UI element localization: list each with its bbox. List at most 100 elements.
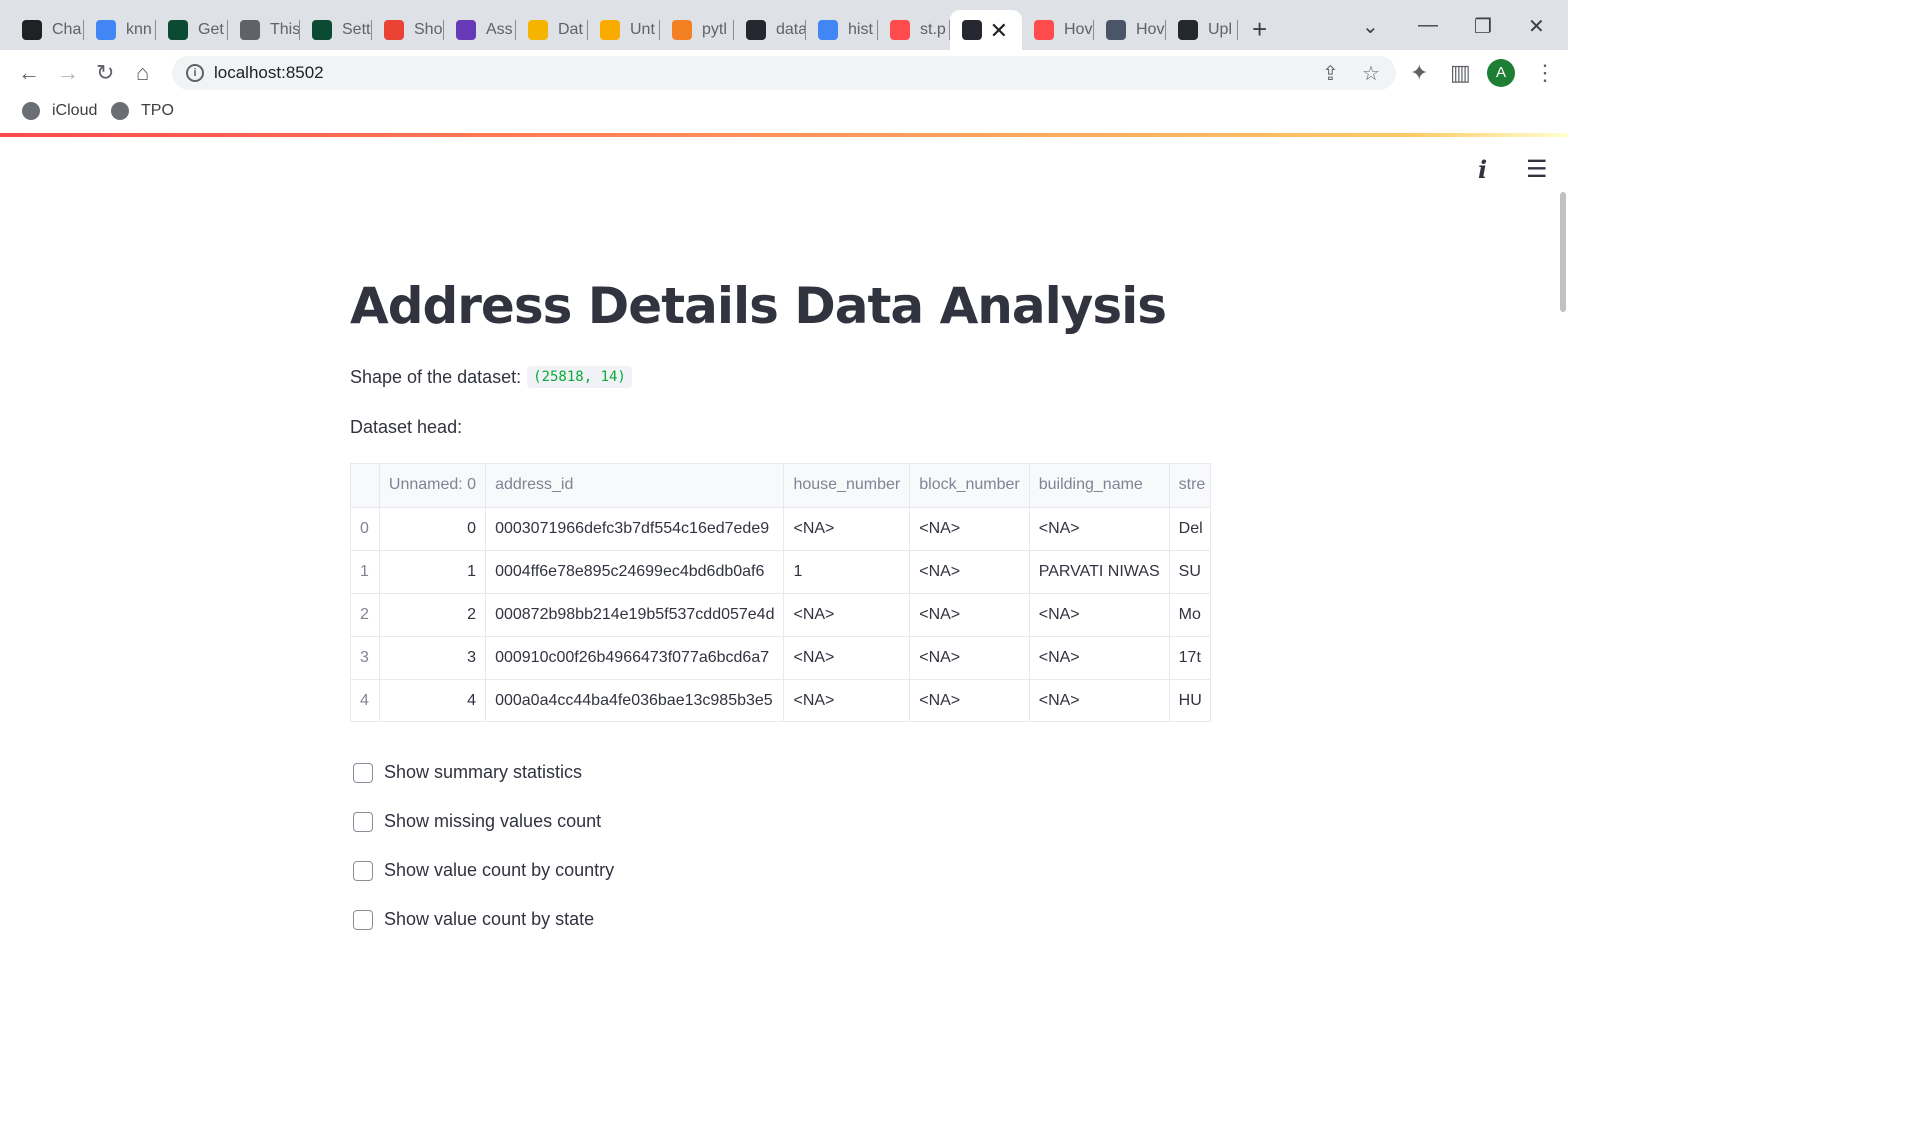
row-index-cell[interactable]: 0 [351,507,380,551]
new-tab-button[interactable]: + [1252,16,1267,42]
tab-search-icon[interactable]: ⌄ [1362,14,1379,39]
browser-tab[interactable]: ✕ [950,10,1022,50]
browser-tab[interactable]: pytl [660,10,734,50]
close-tab-icon[interactable]: ✕ [990,18,1008,44]
minimize-icon[interactable]: — [1418,14,1438,37]
table-cell[interactable]: 000872b98bb214e19b5f537cdd057e4d [485,593,785,637]
column-header[interactable] [351,464,380,508]
checkbox-input[interactable] [353,811,373,832]
table-cell[interactable]: PARVATI NIWAS [1029,550,1170,594]
table-cell[interactable]: 0003071966defc3b7df554c16ed7ede9 [485,507,785,551]
browser-tab[interactable]: Sett [300,10,372,50]
column-header[interactable]: house_number [783,464,911,508]
bookmark-tpo[interactable]: TPO [111,102,174,120]
checkbox-option[interactable]: Show summary statistics [350,748,614,797]
site-info-icon[interactable]: i [186,64,204,82]
restore-icon[interactable]: ❐ [1474,14,1492,39]
browser-tab[interactable]: Dat [516,10,588,50]
browser-tab[interactable]: Hov [1022,10,1094,50]
table-cell[interactable]: 3 [379,636,487,680]
table-cell[interactable]: <NA> [1029,593,1170,637]
table-cell[interactable]: 1 [379,550,487,594]
column-header[interactable]: block_number [909,464,1030,508]
row-index-cell[interactable]: 1 [351,550,380,594]
table-cell[interactable]: <NA> [1029,636,1170,680]
browser-tab[interactable]: data [734,10,806,50]
table-cell[interactable]: <NA> [909,550,1030,594]
scrollbar[interactable] [1558,137,1568,930]
browser-tab[interactable]: This [228,10,300,50]
browser-tab[interactable]: Get [156,10,228,50]
profile-avatar[interactable]: A [1487,59,1515,87]
reload-icon[interactable]: ↻ [96,60,114,86]
browser-tab[interactable]: st.p [878,10,950,50]
extensions-icon[interactable]: ✦ [1410,60,1428,86]
table-cell[interactable]: 17t [1169,636,1210,680]
table-row[interactable]: 3 3 000910c00f26b4966473f077a6bcd6a7 <NA> <N… [351,636,1210,680]
table-row[interactable]: 4 4 000a0a4cc44ba4fe036bae13c985b3e5 <NA> <N… [351,679,1210,721]
checkbox-input[interactable] [353,762,373,783]
table-cell[interactable]: 0004ff6e78e895c24699ec4bd6db0af6 [485,550,785,594]
column-header[interactable]: address_id [485,464,785,508]
info-icon[interactable]: i [1478,155,1487,184]
table-row[interactable]: 0 0 0003071966defc3b7df554c16ed7ede9 <NA> <N… [351,507,1210,551]
address-bar[interactable]: i localhost:8502 ⇪ ☆ [172,56,1396,90]
table-cell[interactable]: 2 [379,593,487,637]
home-icon[interactable]: ⌂ [136,60,149,86]
browser-tab[interactable]: Sho [372,10,444,50]
scrollbar-thumb[interactable] [1560,192,1566,312]
forward-icon[interactable]: → [57,60,79,86]
table-cell[interactable]: <NA> [909,679,1030,721]
bookmark-star-icon[interactable]: ☆ [1362,61,1380,86]
table-cell[interactable]: <NA> [783,507,911,551]
table-row[interactable]: 2 2 000872b98bb214e19b5f537cdd057e4d <NA> <N… [351,593,1210,637]
table-cell[interactable]: <NA> [1029,679,1170,721]
side-panel-icon[interactable]: ▥ [1450,60,1471,86]
column-header[interactable]: Unnamed: 0 [379,464,487,508]
checkbox-label[interactable]: Show value count by country [384,860,614,881]
checkbox-input[interactable] [353,909,373,930]
column-header[interactable]: stre [1169,464,1210,508]
browser-tab[interactable]: Upl [1166,10,1238,50]
table-cell[interactable]: <NA> [909,636,1030,680]
checkbox-label[interactable]: Show missing values count [384,811,601,832]
checkbox-input[interactable] [353,860,373,881]
row-index-cell[interactable]: 2 [351,593,380,637]
hamburger-menu-icon[interactable]: ☰ [1526,155,1548,184]
table-cell[interactable]: SU [1169,550,1210,594]
table-cell[interactable]: Del [1169,507,1210,551]
browser-tab[interactable]: knn [84,10,156,50]
checkbox-option[interactable]: Show value count by country [350,846,614,895]
browser-tab[interactable]: Cha [10,10,84,50]
dataframe[interactable]: Unnamed: 0 address_id house_number block_nu… [350,463,1211,722]
table-cell[interactable]: 4 [379,679,487,721]
row-index-cell[interactable]: 4 [351,679,380,721]
table-cell[interactable]: <NA> [783,636,911,680]
checkbox-option[interactable]: Show missing values count [350,797,614,846]
table-cell[interactable]: 1 [783,550,911,594]
column-header[interactable]: building_name [1029,464,1170,508]
share-icon[interactable]: ⇪ [1322,61,1339,86]
table-cell[interactable]: HU [1169,679,1210,721]
table-cell[interactable]: <NA> [1029,507,1170,551]
table-cell[interactable]: <NA> [909,507,1030,551]
table-cell[interactable]: Mo [1169,593,1210,637]
row-index-cell[interactable]: 3 [351,636,380,680]
close-window-icon[interactable]: ✕ [1528,14,1545,39]
table-cell[interactable]: <NA> [909,593,1030,637]
url-text[interactable]: localhost:8502 [214,63,324,83]
table-row[interactable]: 1 1 0004ff6e78e895c24699ec4bd6db0af6 1 <NA> P… [351,550,1210,594]
browser-menu-icon[interactable]: ⋮ [1534,60,1556,86]
table-cell[interactable]: 000a0a4cc44ba4fe036bae13c985b3e5 [485,679,785,721]
browser-tab[interactable]: Ass [444,10,516,50]
browser-tab[interactable]: Unt [588,10,660,50]
bookmark-icloud[interactable]: iCloud [22,102,97,120]
table-cell[interactable]: <NA> [783,593,911,637]
back-icon[interactable]: ← [18,60,40,86]
checkbox-label[interactable]: Show summary statistics [384,762,582,783]
checkbox-option[interactable]: Show value count by state [350,895,614,930]
checkbox-label[interactable]: Show value count by state [384,909,594,930]
browser-tab[interactable]: Hov [1094,10,1166,50]
table-cell[interactable]: 000910c00f26b4966473f077a6bcd6a7 [485,636,785,680]
browser-tab[interactable]: hist [806,10,878,50]
